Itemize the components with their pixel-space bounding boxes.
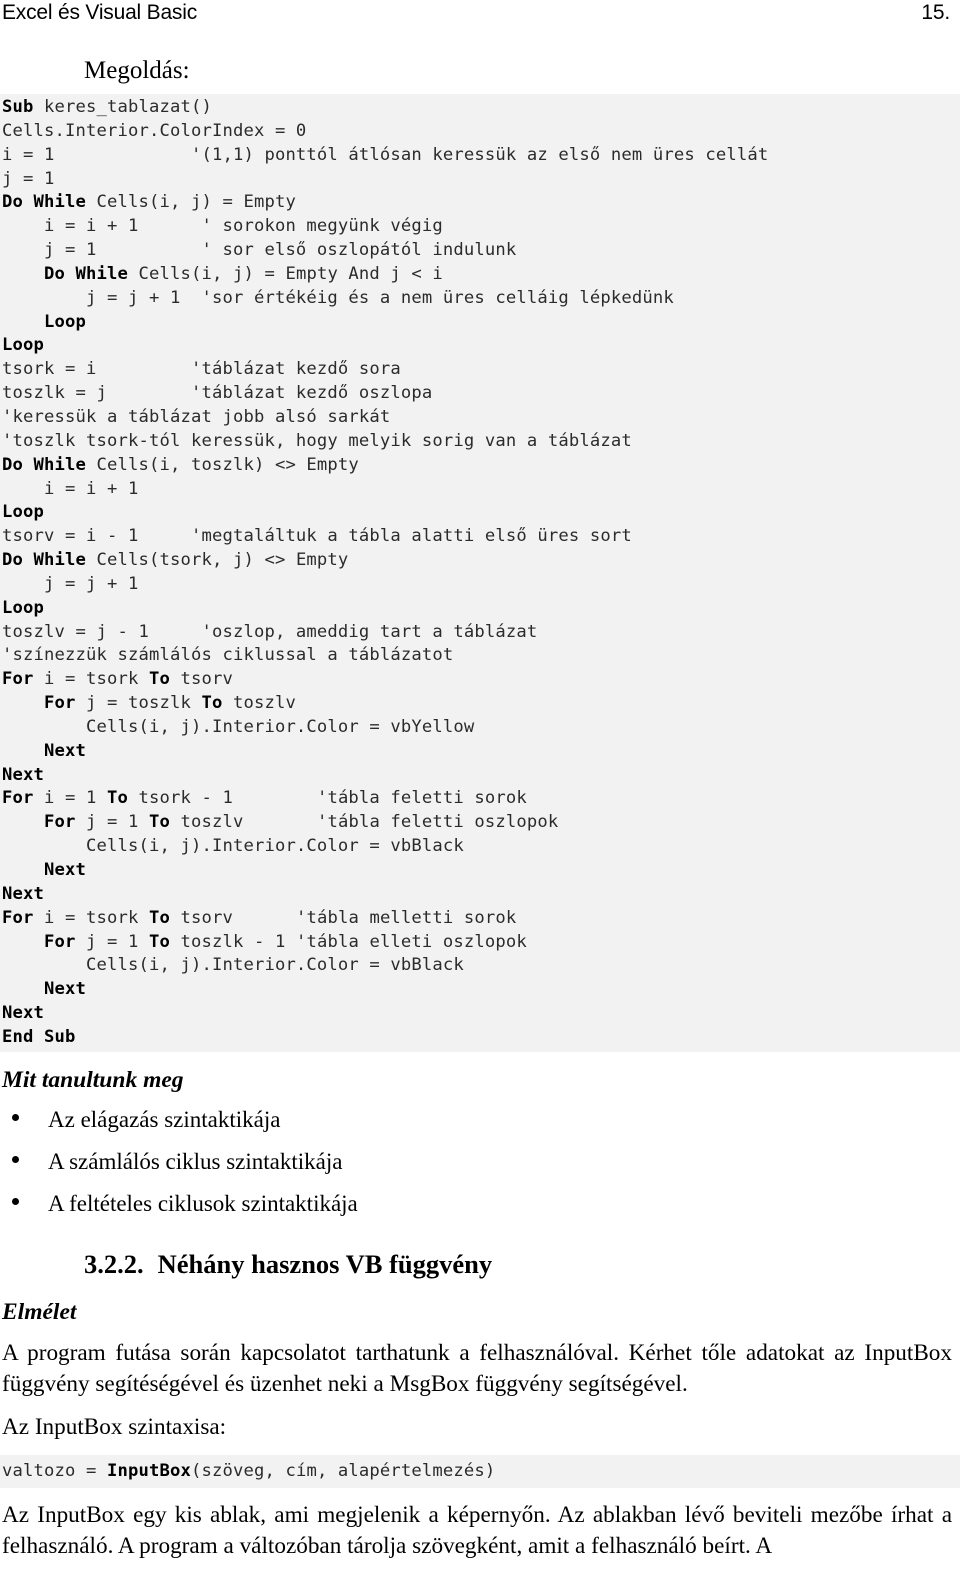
learned-list: Az elágazás szintaktikája A számlálós cik… [0,1106,960,1218]
page-content: Megoldás: Sub keres_tablazat() Cells.Int… [0,46,960,1574]
code-block-keres-tablazat: Sub keres_tablazat() Cells.Interior.Colo… [0,94,960,1052]
header-document-title: Excel és Visual Basic [2,1,198,24]
list-item: A feltételes ciklusok szintaktikája [0,1190,960,1218]
bullet-icon [12,1197,19,1205]
list-item-label: A feltételes ciklusok szintaktikája [48,1190,358,1216]
list-item: Az elágazás szintaktikája [0,1106,960,1134]
theory-paragraph-1: A program futása során kapcsolatot tarth… [2,1339,952,1397]
solution-label: Megoldás: [84,57,190,84]
page-header: Excel és Visual Basic 15. [0,0,960,36]
section-number: 3.2.2. [84,1248,144,1279]
list-item: A számlálós ciklus szintaktikája [0,1148,960,1176]
list-item-label: Az elágazás szintaktikája [48,1106,281,1132]
bullet-icon [12,1113,19,1121]
theory-paragraph-3: Az InputBox egy kis ablak, ami megjeleni… [2,1501,952,1559]
section-heading: 3.2.2. Néhány hasznos VB függvény [84,1248,960,1280]
code-block-inputbox-syntax: valtozo = InputBox(szöveg, cím, alapérte… [0,1454,960,1488]
bullet-icon [12,1155,19,1163]
learned-heading: Mit tanultunk meg [2,1066,184,1093]
list-item-label: A számlálós ciklus szintaktikája [48,1148,343,1174]
theory-heading: Elmélet [2,1298,77,1325]
section-title: Néhány hasznos VB függvény [157,1248,493,1279]
theory-paragraph-2: Az InputBox szintaxisa: [2,1413,227,1440]
header-page-number: 15. [921,1,950,24]
